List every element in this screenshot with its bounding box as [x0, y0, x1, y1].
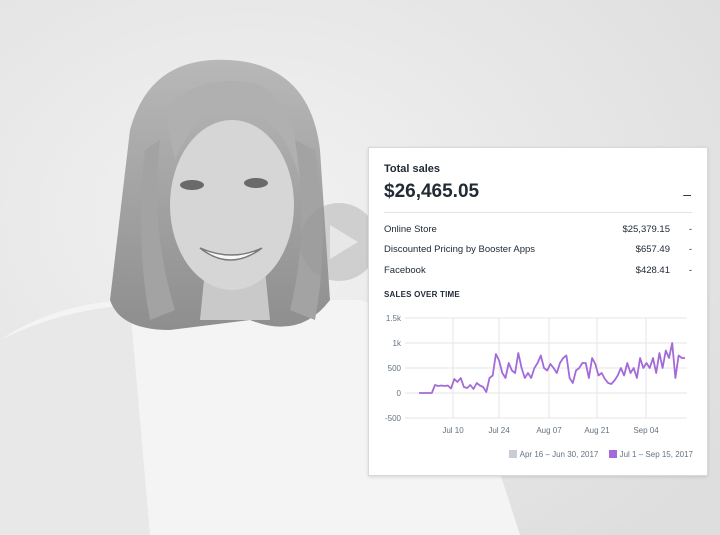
channel-label: Discounted Pricing by Booster Apps [384, 244, 536, 255]
divider [384, 212, 692, 213]
channel-value: $657.49 [635, 244, 670, 255]
y-tick-label: -500 [385, 414, 402, 423]
legend-item-current[interactable]: Jul 1 – Sep 15, 2017 [608, 450, 693, 459]
play-icon[interactable] [300, 203, 378, 281]
legend-item-previous[interactable]: Apr 16 – Jun 30, 2017 [508, 450, 599, 459]
legend-label-current: Jul 1 – Sep 15, 2017 [619, 450, 693, 459]
x-tick-label: Jul 24 [488, 426, 510, 435]
x-tick-label: Aug 07 [536, 426, 562, 435]
channel-change: - [688, 265, 692, 276]
legend-label-previous: Apr 16 – Jun 30, 2017 [519, 450, 599, 459]
chart-legend: Apr 16 – Jun 30, 2017 Jul 1 – Sep 15, 20… [501, 450, 693, 459]
channel-label: Facebook [384, 265, 426, 276]
y-tick-label: 0 [397, 389, 402, 398]
channel-row-facebook: Facebook $428.41 - [384, 265, 692, 281]
total-sales-value: $26,465.05 [384, 181, 480, 202]
x-tick-label: Sep 04 [633, 426, 659, 435]
channel-change: - [688, 244, 692, 255]
channel-value: $428.41 [635, 265, 670, 276]
card-title: Total sales [384, 163, 441, 175]
legend-swatch-previous [508, 450, 517, 458]
chart-title: SALES OVER TIME [384, 290, 460, 299]
channel-value: $25,379.15 [622, 224, 670, 235]
x-tick-label: Aug 21 [584, 426, 610, 435]
channel-label: Online Store [384, 224, 437, 235]
total-change: – [683, 186, 691, 202]
channel-row-online-store: Online Store $25,379.15 - [384, 224, 692, 240]
legend-swatch-current [608, 450, 617, 458]
y-tick-label: 1.5k [386, 314, 402, 323]
y-tick-label: 500 [388, 364, 402, 373]
sales-over-time-chart: 1.5k 1k 500 0 -500 Jul 10 Jul 24 Aug 07 Aug 21 Se… [385, 314, 687, 435]
sales-card: Total sales $26,465.05 – Online Store $2… [368, 147, 708, 476]
channel-row-booster-apps: Discounted Pricing by Booster Apps $657.… [384, 244, 692, 260]
x-tick-label: Jul 10 [442, 426, 464, 435]
channel-change: - [688, 224, 692, 235]
y-tick-label: 1k [393, 339, 402, 348]
